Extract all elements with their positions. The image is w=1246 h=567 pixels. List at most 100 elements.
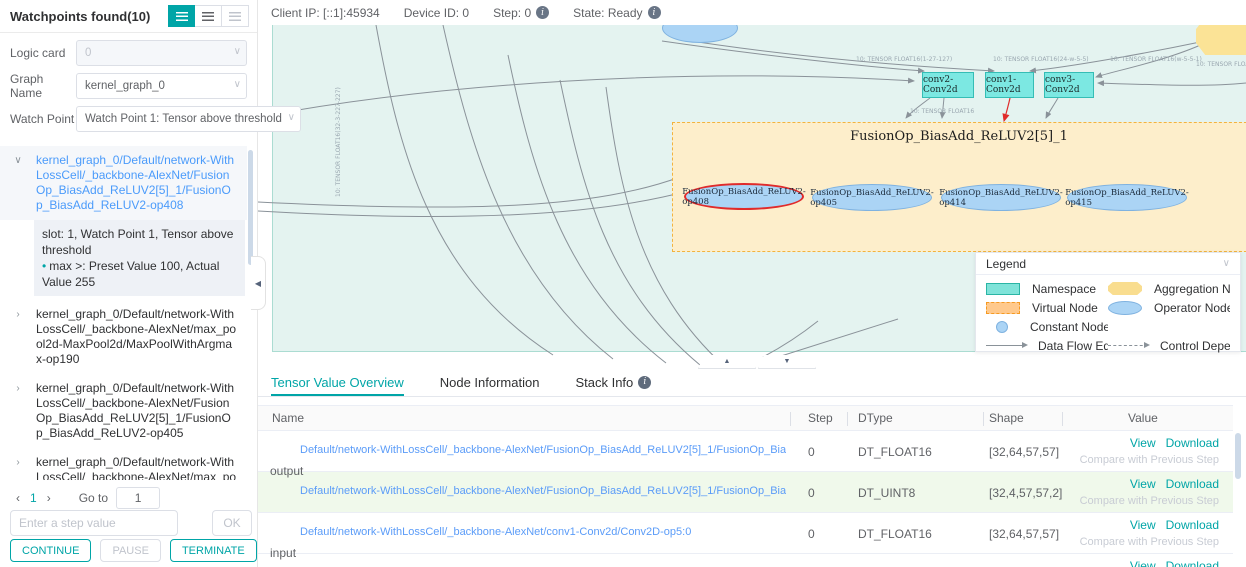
tab-tensor-value-overview[interactable]: Tensor Value Overview [271, 370, 404, 396]
conv2-node[interactable]: conv2-Conv2d [922, 72, 974, 98]
compare-previous-step-link: Compare with Previous Step [1080, 536, 1219, 548]
list-view-button[interactable] [168, 5, 195, 27]
logic-card-select[interactable]: 0 ∨ [76, 40, 247, 66]
expand-panel-button[interactable]: ▲ [698, 355, 756, 369]
tab-stack-info[interactable]: Stack Info i [575, 370, 651, 396]
legend-aggregation: Aggregation Node [1154, 282, 1230, 296]
namespace-swatch-icon [986, 283, 1020, 295]
download-link[interactable]: Download [1166, 518, 1219, 532]
watch-point-select[interactable]: Watch Point 1: Tensor above threshold ∨ [76, 106, 301, 132]
graph-name-select[interactable]: kernel_graph_0 ∨ [76, 73, 247, 99]
op415-node[interactable]: FusionOp_BiasAdd_ReLUV2-op415 [1067, 184, 1187, 211]
col-name: Name [272, 411, 304, 425]
tensor-group-label: output [270, 464, 303, 478]
tensor-group-label: input [270, 546, 296, 560]
prev-page-button[interactable]: ‹ [10, 491, 26, 505]
ok-button[interactable]: OK [212, 510, 252, 536]
col-value: Value [1128, 411, 1158, 425]
view-link[interactable]: View [1130, 559, 1156, 567]
op414-node[interactable]: FusionOp_BiasAdd_ReLUV2-op414 [941, 184, 1061, 211]
chevron-collapsed-icon[interactable]: › [0, 381, 36, 441]
tensor-name-link[interactable]: Default/network-WithLossCell/_backbone-A… [300, 444, 786, 456]
bullet-icon: • [42, 259, 46, 273]
chevron-expanded-icon[interactable]: ∨ [0, 153, 36, 213]
tab-node-information[interactable]: Node Information [440, 370, 540, 396]
next-page-button[interactable]: › [41, 491, 57, 505]
view-toggle-group [168, 5, 249, 27]
detail-view-icon [202, 12, 214, 21]
tensor-table-row: Default/network-WithLossCell/_backbone-A… [258, 513, 1233, 554]
continue-button[interactable]: CONTINUE [10, 539, 91, 562]
legend-control: Control Depende... [1160, 339, 1230, 353]
watchpoint-node-tree: ∨kernel_graph_0/Default/network-WithLoss… [0, 146, 247, 480]
tree-item-node[interactable]: ›kernel_graph_0/Default/network-WithLoss… [0, 448, 247, 480]
collapse-panel-button[interactable]: ▼ [758, 355, 816, 369]
tree-item-label[interactable]: kernel_graph_0/Default/network-WithLossC… [36, 307, 241, 367]
op408-node[interactable]: FusionOp_BiasAdd_ReLUV2-op408 [684, 183, 804, 210]
tree-item-label[interactable]: kernel_graph_0/Default/network-WithLossC… [36, 381, 241, 441]
chevron-down-icon[interactable]: ∨ [1223, 258, 1230, 269]
computation-graph-canvas[interactable]: 10: TENSOR FLOAT16(1-27-127) 10: TENSOR F… [258, 25, 1246, 370]
fusion-namespace-title[interactable]: FusionOp_BiasAdd_ReLUV2[5]_1 [672, 129, 1246, 144]
stack-info-icon[interactable]: i [638, 376, 651, 389]
tree-item-node[interactable]: ∨kernel_graph_0/Default/network-WithLoss… [0, 146, 247, 220]
watch-point-label: Watch Point [10, 112, 76, 126]
step-info-icon[interactable]: i [536, 6, 549, 19]
pagination: ‹ 1 › Go to [10, 487, 160, 509]
tree-item-node[interactable]: ›kernel_graph_0/Default/network-WithLoss… [0, 374, 247, 448]
view-link[interactable]: View [1130, 436, 1156, 450]
edge-label: 10: TENSOR FLOAT16(24-w-5-5) [993, 56, 1089, 63]
download-link[interactable]: Download [1166, 436, 1219, 450]
tree-item-node[interactable]: ›kernel_graph_0/Default/network-WithLoss… [0, 300, 247, 374]
detail-view-button[interactable] [195, 5, 222, 27]
view-link[interactable]: View [1130, 518, 1156, 532]
legend-title: Legend [986, 257, 1026, 271]
view-link[interactable]: View [1130, 477, 1156, 491]
session-status-bar: Client IP: [::1]:45934 Device ID: 0 Step… [258, 0, 1246, 25]
tree-scrollbar[interactable] [248, 150, 253, 265]
sidebar-collapse-handle[interactable]: ◀ [251, 256, 266, 310]
client-ip: Client IP: [::1]:45934 [271, 6, 380, 20]
tensor-shape: [32,64,57,57] [989, 527, 1059, 541]
tensor-name-link[interactable]: Default/network-WithLossCell/_backbone-A… [300, 485, 786, 497]
mindinsight-debugger-app: Watchpoints found(10) Logic card 0 ∨ Gra… [0, 0, 1246, 567]
edge-label: 10: TENSOR FLOAT16(1-27-127) [856, 56, 952, 63]
arrow-down-icon: ▼ [784, 358, 791, 365]
conv1-node[interactable]: conv1-Conv2d [985, 72, 1034, 98]
watchpoints-title: Watchpoints found(10) [10, 9, 150, 24]
tensor-table-row: Default/network-WithLossCell/_backbone-A… [258, 431, 1233, 472]
control-edge-icon [1108, 345, 1148, 346]
watchpoint-hit-detail: slot: 1, Watch Point 1, Tensor above thr… [34, 220, 245, 296]
col-dtype: DType [858, 411, 893, 425]
download-link[interactable]: Download [1166, 477, 1219, 491]
state-info-icon[interactable]: i [648, 6, 661, 19]
op405-node[interactable]: FusionOp_BiasAdd_ReLUV2-op405 [812, 184, 932, 211]
tree-item-label[interactable]: kernel_graph_0/Default/network-WithLossC… [36, 455, 241, 480]
legend-data-flow: Data Flow Edge [1038, 339, 1108, 353]
compact-view-button[interactable] [222, 5, 249, 27]
tensor-dtype: DT_FLOAT16 [858, 445, 932, 459]
legend-body: Namespace Aggregation Node Virtual Node … [976, 275, 1240, 355]
compare-previous-step-link: Compare with Previous Step [1080, 495, 1219, 507]
step-value-input[interactable] [10, 510, 178, 536]
legend-header[interactable]: Legend ∨ [976, 253, 1240, 275]
goto-page-input[interactable] [116, 487, 160, 509]
chevron-collapsed-icon[interactable]: › [0, 307, 36, 367]
tensor-shape: [32,64,57,57] [989, 445, 1059, 459]
tensor-table-header: Name Step DType Shape Value [258, 405, 1233, 431]
col-step: Step [808, 411, 833, 425]
data-flow-edge-icon [986, 345, 1026, 346]
table-scrollbar[interactable] [1235, 433, 1241, 479]
download-link[interactable]: Download [1166, 559, 1219, 567]
chevron-collapsed-icon[interactable]: › [0, 455, 36, 480]
terminate-button[interactable]: TERMINATE [170, 539, 257, 562]
step-input-row: OK [10, 510, 252, 536]
debugger-controls: CONTINUE PAUSE TERMINATE [10, 539, 257, 562]
pause-button[interactable]: PAUSE [100, 539, 160, 562]
aggregation-node[interactable] [1196, 25, 1246, 55]
current-page[interactable]: 1 [26, 491, 41, 505]
tree-item-label[interactable]: kernel_graph_0/Default/network-WithLossC… [36, 153, 241, 213]
conv3-node[interactable]: conv3-Conv2d [1044, 72, 1094, 98]
tensor-step: 0 [808, 527, 815, 541]
tensor-name-link[interactable]: Default/network-WithLossCell/_backbone-A… [300, 526, 786, 538]
